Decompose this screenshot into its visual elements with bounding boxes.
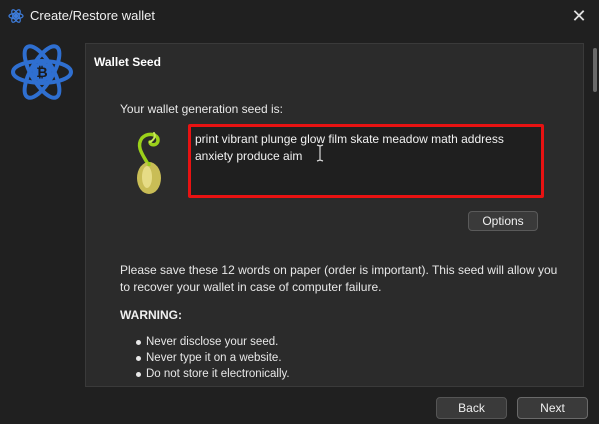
next-button[interactable]: Next [517,397,588,419]
close-icon: ✕ [571,5,587,26]
svg-text:₿: ₿ [36,64,47,80]
wallet-seed-panel: Wallet Seed Your wallet generation seed … [85,43,584,387]
scrollbar[interactable] [593,48,597,92]
back-button[interactable]: Back [436,397,507,419]
warning-item: Never type it on a website. [136,350,290,366]
seed-label: Your wallet generation seed is: [120,102,283,116]
seed-words[interactable]: print vibrant plunge glow film skate mea… [195,131,535,165]
seed-sprout-icon [137,132,161,194]
bullet-icon [136,356,141,361]
warning-item: Do not store it electronically. [136,366,290,382]
electrum-logo-icon [8,9,24,23]
warning-item: Never disclose your seed. [136,334,290,350]
close-button[interactable]: ✕ [559,0,599,32]
seed-text-area[interactable]: print vibrant plunge glow film skate mea… [188,124,544,198]
bullet-icon [136,372,141,377]
title-bar: Create/Restore wallet ✕ [0,0,599,32]
electrum-logo-icon: ₿ [11,44,73,100]
text-cursor-icon [316,144,324,162]
warning-text: Never type it on a website. [146,352,282,364]
warning-text: Do not store it electronically. [146,368,290,380]
section-title: Wallet Seed [94,55,161,69]
window-title: Create/Restore wallet [30,8,155,23]
bullet-icon [136,340,141,345]
options-button[interactable]: Options [468,211,538,231]
warning-title: WARNING: [120,308,182,322]
warning-text: Never disclose your seed. [146,336,279,348]
warning-list: Never disclose your seed. Never type it … [136,334,290,382]
seed-info-text: Please save these 12 words on paper (ord… [120,263,558,294]
